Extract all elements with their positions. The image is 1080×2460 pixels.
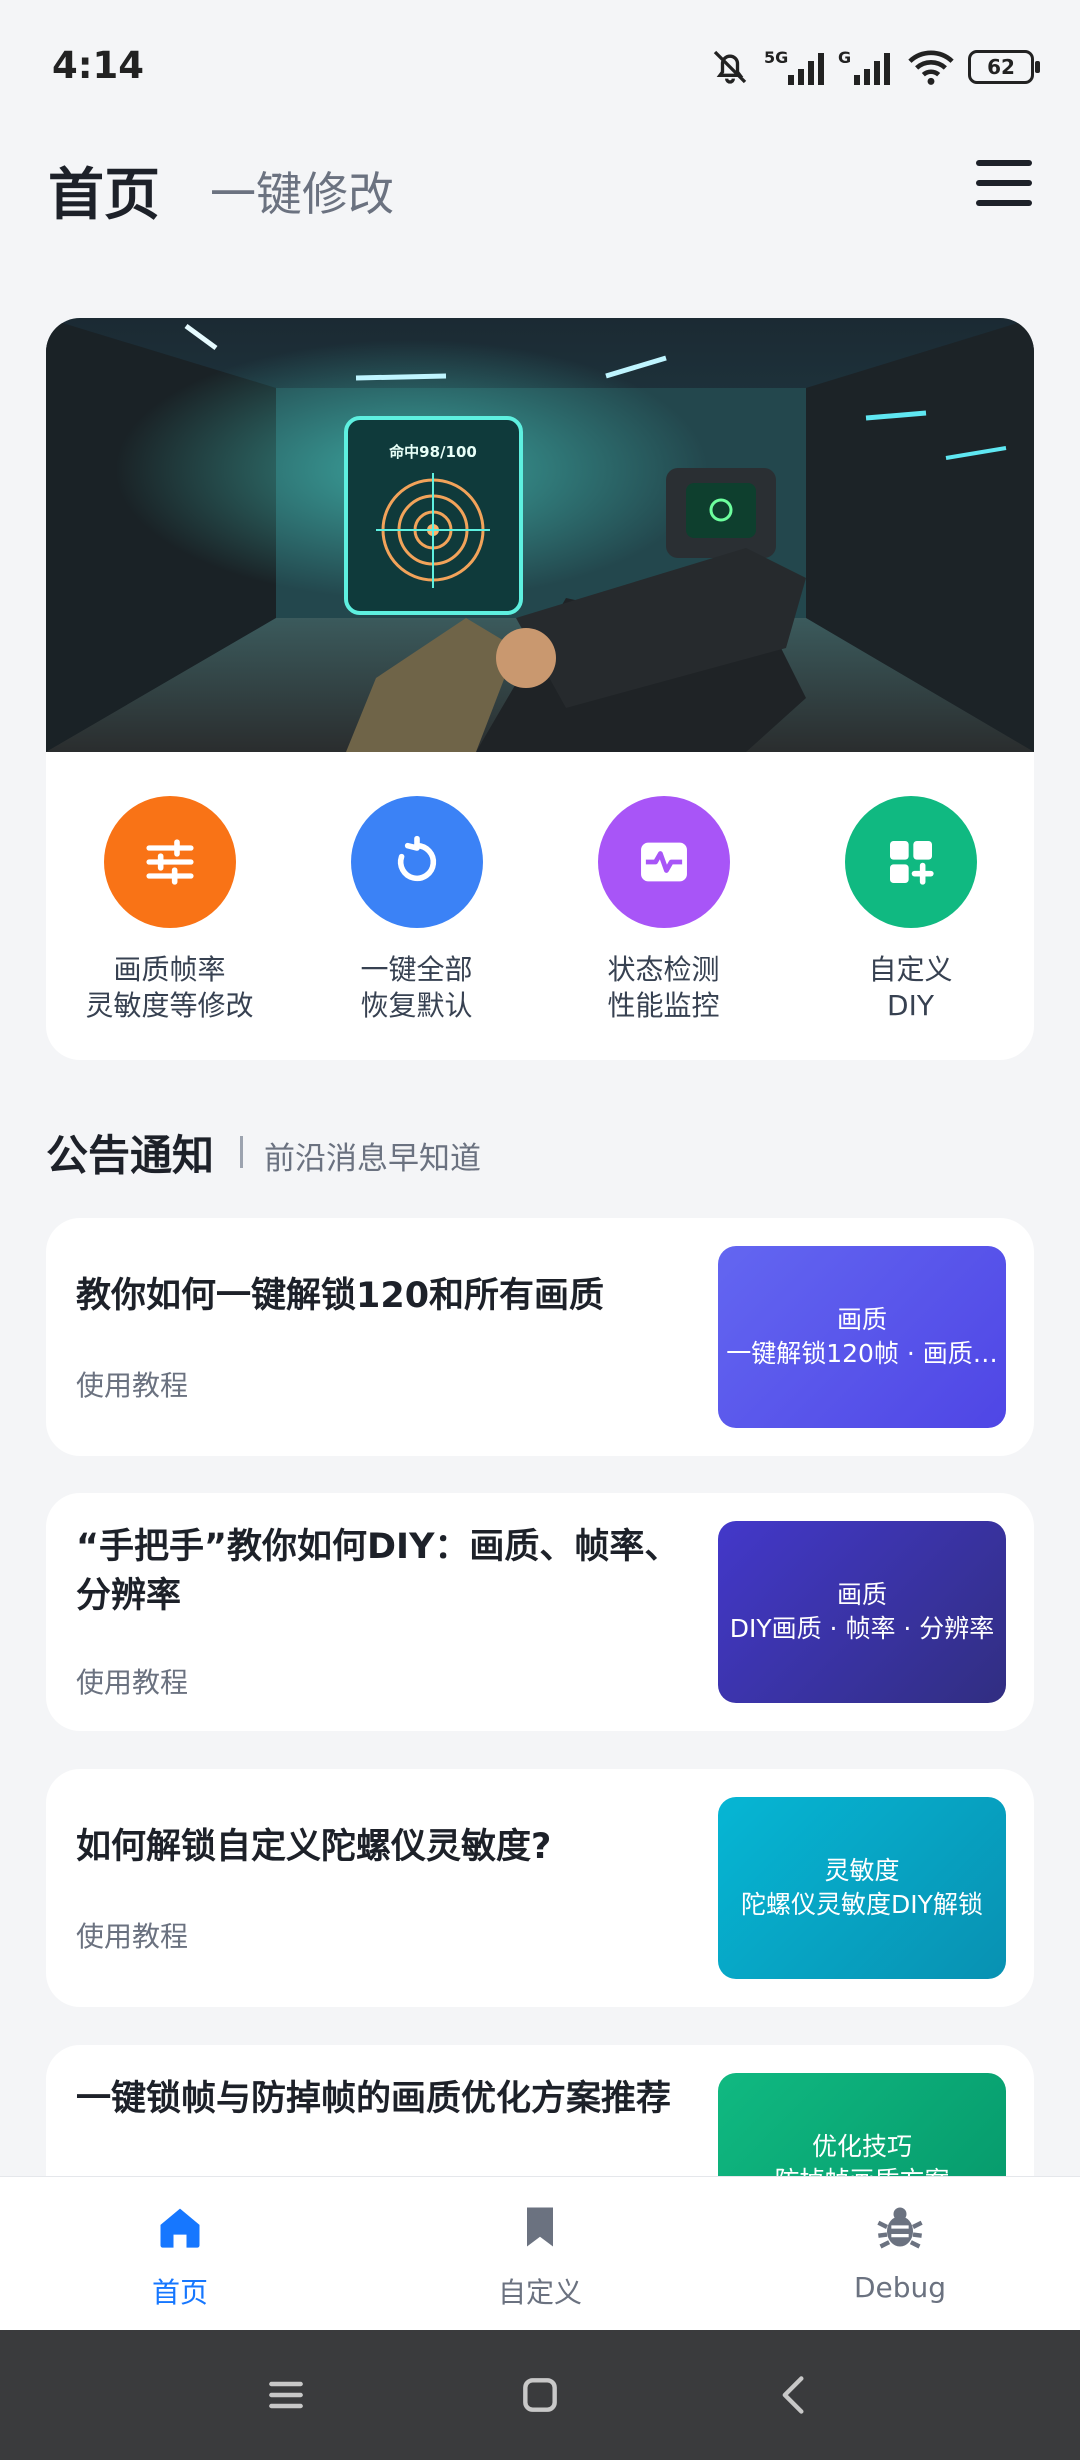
thumb-title: 灵敏度 — [824, 1856, 900, 1885]
restore-icon — [397, 835, 436, 882]
action-custom-diy[interactable]: 自定义 DIY — [787, 796, 1034, 1036]
status-time: 4:14 — [52, 44, 145, 87]
hero-hit-counter: 命中98/100 — [388, 443, 477, 461]
grid-plus-icon — [889, 841, 934, 885]
section-divider — [240, 1136, 243, 1168]
hero-image: 命中98/100 — [46, 318, 1034, 752]
article-tag: 使用教程 — [76, 1666, 189, 1699]
bookmark-icon — [527, 2207, 553, 2247]
wifi-icon — [908, 50, 954, 85]
action-label: 一键全部 恢复默认 — [360, 953, 473, 1022]
nav-item-home[interactable]: 首页 — [0, 2177, 360, 2331]
page-title: 首页 — [48, 163, 160, 228]
action-label: 自定义 DIY — [868, 953, 953, 1022]
nav-item-custom[interactable]: 自定义 — [360, 2177, 720, 2331]
article-tag: 使用教程 — [76, 1369, 189, 1402]
nav-label-custom: 自定义 — [497, 2276, 582, 2309]
menu-button[interactable] — [976, 160, 1032, 206]
article-thumbnail: 画质 一键解锁120帧 · 画质… — [718, 1246, 1006, 1428]
sliders-icon — [145, 839, 194, 885]
bug-icon — [877, 2207, 923, 2249]
article-thumbnail: 灵敏度 陀螺仪灵敏度DIY解锁 — [718, 1797, 1006, 1979]
monitor-icon — [640, 842, 687, 882]
article-tag: 使用教程 — [76, 1920, 189, 1953]
article-card[interactable]: 如何解锁自定义陀螺仪灵敏度? 使用教程 灵敏度 陀螺仪灵敏度DIY解锁 — [46, 1769, 1034, 2007]
action-label: 状态检测 性能监控 — [607, 953, 720, 1022]
article-title: 一键锁帧与防掉帧的画质优化方案推荐 — [76, 2079, 672, 2119]
action-quality-fps-circle — [103, 796, 236, 928]
nav-item-debug[interactable]: Debug — [720, 2177, 1080, 2331]
action-restore-circle — [350, 796, 483, 928]
quick-action-row: 画质帧率 灵敏度等修改 一键全部 恢复默认 状态检测 性能监控 自定义 DIY — [46, 796, 1034, 1036]
action-label: 画质帧率 灵敏度等修改 — [85, 953, 254, 1022]
nav-label-home: 首页 — [151, 2276, 208, 2309]
thumb-title: 优化技巧 — [811, 2132, 912, 2161]
system-nav-bar — [0, 2330, 1080, 2460]
thumb-subtitle: 陀螺仪灵敏度DIY解锁 — [741, 1890, 983, 1919]
article-title: 教你如何一键解锁120和所有画质 — [76, 1276, 605, 1316]
battery-indicator: 62 — [968, 50, 1040, 84]
nav-label-debug: Debug — [853, 2271, 947, 2304]
action-status-monitor[interactable]: 状态检测 性能监控 — [540, 796, 787, 1036]
status-icons: 5G G 62 — [710, 44, 1040, 90]
battery-level: 62 — [987, 55, 1015, 79]
bottom-nav: 首页 自定义 Debug — [0, 2176, 1080, 2331]
status-bar: 4:14 5G G 62 — [0, 0, 1080, 130]
signal-g-icon: G — [838, 48, 890, 85]
article-card[interactable]: “手把手”教你如何DIY：画质、帧率、分辨率 使用教程 画质 DIY画质 · 帧… — [46, 1493, 1034, 1731]
thumb-subtitle: DIY画质 · 帧率 · 分辨率 — [729, 1614, 995, 1643]
home-icon — [160, 2208, 200, 2248]
section-title: 公告通知 — [46, 1131, 215, 1180]
signal-5g-icon: 5G — [764, 48, 824, 85]
thumb-subtitle: 一键解锁120帧 · 画质… — [726, 1339, 998, 1368]
section-subtitle: 前沿消息早知道 — [264, 1141, 481, 1177]
article-thumbnail: 画质 DIY画质 · 帧率 · 分辨率 — [718, 1521, 1006, 1703]
page-subtitle: 一键修改 — [210, 167, 394, 221]
action-restore-default[interactable]: 一键全部 恢复默认 — [293, 796, 540, 1036]
thumb-title: 画质 — [836, 1580, 887, 1609]
article-title: “手把手”教你如何DIY：画质、帧率、分辨率 — [76, 1527, 680, 1616]
back-icon[interactable] — [772, 2373, 816, 2417]
bell-muted-icon — [713, 50, 747, 84]
article-card[interactable]: 教你如何一键解锁120和所有画质 使用教程 画质 一键解锁120帧 · 画质… — [46, 1218, 1034, 1456]
action-monitor-circle — [597, 796, 730, 928]
svg-text:5G: 5G — [764, 48, 788, 67]
home-button-icon[interactable] — [518, 2373, 562, 2417]
svg-text:G: G — [838, 48, 851, 67]
action-diy-circle — [844, 796, 977, 928]
recent-apps-icon[interactable] — [264, 2373, 308, 2417]
thumb-title: 画质 — [836, 1305, 887, 1334]
article-title: 如何解锁自定义陀螺仪灵敏度? — [76, 1827, 552, 1867]
action-quality-fps[interactable]: 画质帧率 灵敏度等修改 — [46, 796, 293, 1036]
